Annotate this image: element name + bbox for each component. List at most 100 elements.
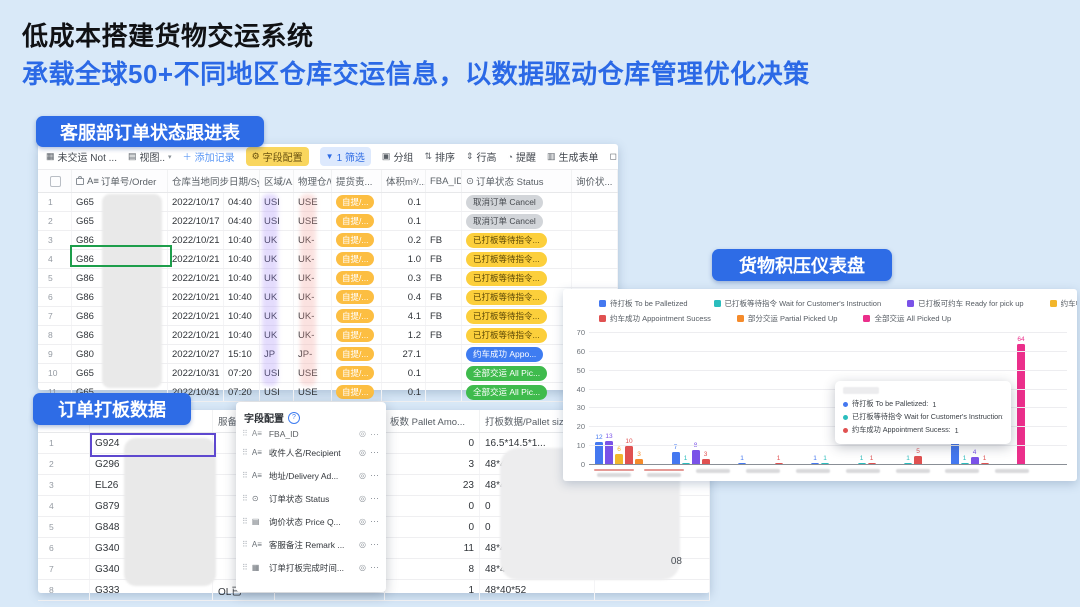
cell-volume[interactable]: 0.1 — [382, 383, 426, 401]
cell-row-number[interactable]: 5 — [38, 517, 90, 537]
col-volume[interactable]: 体积m³/... — [382, 170, 426, 192]
pallet-col-amount[interactable]: 板数 Pallet Amo... — [385, 410, 480, 432]
eye-icon[interactable]: ◎ — [359, 494, 366, 503]
cell-warehouse[interactable]: USE — [294, 383, 332, 401]
drag-handle-icon[interactable]: ⠿ — [242, 563, 248, 572]
eye-icon[interactable]: ◎ — [359, 540, 366, 549]
cell-date[interactable]: 2022/10/21 — [168, 269, 224, 287]
drag-handle-icon[interactable]: ⠿ — [242, 540, 248, 549]
eye-icon[interactable]: ◎ — [359, 517, 366, 526]
field-config-item[interactable]: ⠿ ⊙ 订单状态 Status ◎ ⋯ — [242, 487, 380, 510]
eye-icon[interactable]: ◎ — [359, 471, 366, 480]
cell-fba[interactable] — [426, 364, 462, 382]
cell-fba[interactable]: FB — [426, 288, 462, 306]
field-config-item[interactable]: ⠿ A≡ 地址/Delivery Ad... ◎ ⋯ — [242, 464, 380, 487]
cell-pallet-amount[interactable]: 0 — [385, 433, 480, 453]
cell-status[interactable]: 已打板等待指令... — [462, 250, 572, 268]
cell-pickup[interactable]: 自提/... — [332, 288, 382, 306]
cell-row-number[interactable]: 3 — [38, 231, 72, 249]
cell-pickup[interactable]: 自提/... — [332, 250, 382, 268]
cell-row-number[interactable]: 7 — [38, 559, 90, 579]
cell-status[interactable]: 已打板等待指令... — [462, 307, 572, 325]
cell-volume[interactable]: 0.1 — [382, 212, 426, 230]
cell-time[interactable]: 10:40 — [224, 250, 260, 268]
field-config-item[interactable]: ⠿ ▤ 询价状态 Price Q... ◎ ⋯ — [242, 510, 380, 533]
cell-date[interactable]: 2022/10/17 — [168, 193, 224, 211]
cell-row-number[interactable]: 1 — [38, 193, 72, 211]
drag-handle-icon[interactable]: ⠿ — [242, 471, 248, 480]
toolbar-item-add-record[interactable]: ＋ 添加记录 — [183, 149, 235, 164]
cell-time[interactable]: 07:20 — [224, 364, 260, 382]
cell-fba[interactable] — [426, 345, 462, 363]
col-fba[interactable]: FBA_ID — [426, 170, 462, 192]
cell-date[interactable]: 2022/10/21 — [168, 307, 224, 325]
more-icon[interactable]: ⋯ — [370, 429, 380, 440]
cell-date[interactable]: 2022/10/21 — [168, 231, 224, 249]
cell-row-number[interactable]: 10 — [38, 364, 72, 382]
cell-volume[interactable]: 0.3 — [382, 269, 426, 287]
cell-row-number[interactable]: 5 — [38, 269, 72, 287]
col-pickup[interactable]: 提货责... — [332, 170, 382, 192]
toolbar-item-row-height[interactable]: ⇕ 行高 — [466, 149, 497, 164]
cell-row-number[interactable]: 8 — [38, 580, 90, 600]
cell-volume[interactable]: 1.2 — [382, 326, 426, 344]
cell-row-number[interactable]: 7 — [38, 307, 72, 325]
cell-inquiry[interactable] — [572, 212, 618, 230]
eye-icon[interactable]: ◎ — [359, 563, 366, 572]
field-config-item[interactable]: ⠿ A≡ FBA_ID ◎ ⋯ — [242, 429, 380, 441]
cell-inquiry[interactable] — [572, 269, 618, 287]
cell-row-number[interactable]: 4 — [38, 250, 72, 268]
cell-row-number[interactable]: 3 — [38, 475, 90, 495]
cell-fba[interactable] — [426, 193, 462, 211]
cell-pickup[interactable]: 自提/... — [332, 212, 382, 230]
cell-pallet-amount[interactable]: 1 — [385, 580, 480, 600]
drag-handle-icon[interactable]: ⠿ — [242, 429, 248, 438]
cell-pallet-amount[interactable]: 8 — [385, 559, 480, 579]
cell-volume[interactable]: 0.1 — [382, 364, 426, 382]
cell-time[interactable]: 10:40 — [224, 307, 260, 325]
cell-row-number[interactable]: 8 — [38, 326, 72, 344]
cell-date[interactable]: 2022/10/21 — [168, 288, 224, 306]
cell-pickup[interactable]: 自提/... — [332, 383, 382, 401]
toolbar-item-sort[interactable]: ⇅ 排序 — [424, 149, 455, 164]
cell-date[interactable]: 2022/10/21 — [168, 326, 224, 344]
cell-fba[interactable] — [426, 212, 462, 230]
cell-volume[interactable]: 0.4 — [382, 288, 426, 306]
bar[interactable] — [692, 450, 700, 465]
legend-item[interactable]: 全部交运 All Picked Up — [863, 313, 951, 324]
cell-time[interactable]: 10:40 — [224, 231, 260, 249]
cell-time[interactable]: 10:40 — [224, 269, 260, 287]
cell-status[interactable]: 已打板等待指令... — [462, 326, 572, 344]
more-icon[interactable]: ⋯ — [370, 562, 380, 573]
cell-pallet-amount[interactable]: 0 — [385, 496, 480, 516]
more-icon[interactable]: ⋯ — [370, 470, 380, 481]
select-all-cell[interactable] — [38, 170, 72, 192]
cell-volume[interactable]: 4.1 — [382, 307, 426, 325]
col-order[interactable]: A≡订单号/Order — [72, 170, 168, 192]
legend-item[interactable]: 待打板 To be Palletized — [599, 298, 688, 309]
cell-date[interactable]: 2022/10/31 — [168, 364, 224, 382]
cell-time[interactable]: 04:40 — [224, 212, 260, 230]
toolbar-item-filter[interactable]: ▼ 1 筛选 — [320, 147, 371, 166]
more-icon[interactable]: ⋯ — [370, 539, 380, 550]
legend-item[interactable]: 部分交运 Partial Picked Up — [737, 313, 838, 324]
cell-fba[interactable] — [426, 383, 462, 401]
cell-row-number[interactable]: 1 — [38, 433, 90, 453]
cell-inquiry[interactable] — [572, 193, 618, 211]
cell-row-number[interactable]: 9 — [38, 345, 72, 363]
cell-status[interactable]: 已打板等待指令... — [462, 269, 572, 287]
cell-time[interactable]: 07:20 — [224, 383, 260, 401]
cell-fba[interactable]: FB — [426, 250, 462, 268]
eye-icon[interactable]: ◎ — [359, 429, 366, 438]
toolbar-item-remind[interactable]: ◔ 提醒 — [508, 149, 536, 164]
toolbar-item-current-view[interactable]: ▦ 未交运 Not ... — [46, 149, 117, 164]
col-date[interactable]: 仓库当地同步日期/Syn... — [168, 170, 260, 192]
toolbar-item-field-config[interactable]: ⚙ 字段配置 — [246, 147, 309, 166]
cell-pallet-size[interactable]: 48*40*52 — [480, 580, 595, 600]
cell-volume[interactable]: 0.2 — [382, 231, 426, 249]
cell-status[interactable]: 取消订单 Cancel — [462, 193, 572, 211]
cell-date[interactable]: 2022/10/21 — [168, 250, 224, 268]
cell-time[interactable]: 15:10 — [224, 345, 260, 363]
drag-handle-icon[interactable]: ⠿ — [242, 448, 248, 457]
toolbar-item-views[interactable]: ▤ 视图.. ▾ — [128, 149, 172, 164]
